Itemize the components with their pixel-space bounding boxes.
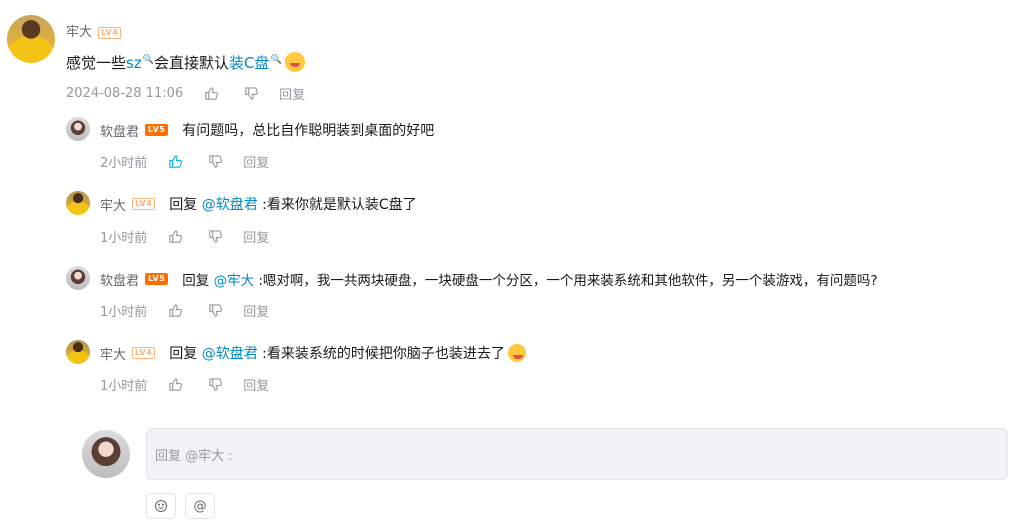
level-badge: LV4	[98, 27, 122, 39]
thumbs-down-icon[interactable]	[207, 377, 223, 393]
comment-time: 2024-08-28 11:06	[66, 86, 184, 101]
thumbs-down-icon[interactable]	[207, 229, 223, 245]
reply-time: 2小时前	[100, 156, 148, 171]
reply-time: 1小时前	[100, 379, 148, 394]
reply-meta: 1小时前 回复	[100, 227, 269, 246]
reply-content: 回复 @软盘君 :看来你就是默认装C盘了	[169, 194, 416, 214]
search-icon[interactable]: 🔍	[270, 55, 281, 65]
avatar[interactable]	[66, 191, 90, 215]
grin-emoji-icon	[284, 52, 305, 72]
level-badge: LV4	[132, 198, 156, 210]
thumbs-up-icon[interactable]	[167, 154, 183, 170]
username-text[interactable]: 软盘君	[100, 121, 139, 140]
reply-content: 有问题吗，总比自作聪明装到桌面的好吧	[182, 123, 435, 139]
search-link[interactable]: sz	[126, 54, 142, 72]
username-text[interactable]: 牢大	[100, 195, 126, 214]
thumbs-down-icon[interactable]	[207, 303, 223, 319]
avatar[interactable]	[7, 15, 55, 63]
reply-time: 1小时前	[100, 231, 148, 246]
level-badge: LV5	[145, 124, 169, 136]
username-text[interactable]: 牢大	[100, 344, 126, 363]
reply-prefix: 回复	[182, 273, 214, 289]
reply-text: :看来你就是默认装C盘了	[257, 197, 417, 213]
emoji-button[interactable]	[146, 493, 176, 519]
reply-header: 牢大 LV4 回复 @软盘君 :看来你就是默认装C盘了	[100, 194, 417, 214]
reply-meta: 2小时前 回复	[100, 152, 269, 171]
current-user-avatar	[82, 430, 130, 478]
reply-text: :嗯对啊，我一共两块硬盘，一块硬盘一个分区，一个用来装系统和其他软件，另一个装游…	[254, 273, 878, 289]
comment-content: 感觉一些sz🔍会直接默认装C盘🔍	[66, 52, 305, 73]
content-text: 会直接默认	[153, 54, 229, 72]
mention-link[interactable]: @软盘君	[202, 346, 258, 362]
reply-button[interactable]: 回复	[243, 227, 269, 246]
level-badge: LV5	[145, 273, 169, 285]
reply-time: 1小时前	[100, 305, 148, 320]
content-text: 感觉一些	[66, 54, 127, 72]
reply-button[interactable]: 回复	[243, 152, 269, 171]
reply-header: 牢大 LV4 回复 @软盘君 :看来装系统的时候把你脑子也装进去了	[100, 343, 526, 363]
reply-meta: 1小时前 回复	[100, 301, 269, 320]
reply-button[interactable]: 回复	[243, 301, 269, 320]
mention-link[interactable]: @牢大	[214, 273, 255, 289]
thumbs-down-icon[interactable]	[243, 86, 259, 102]
thumbs-up-icon[interactable]	[167, 377, 183, 393]
mention-button[interactable]: @	[185, 493, 215, 519]
thumbs-up-icon[interactable]	[167, 229, 183, 245]
reply-button[interactable]: 回复	[279, 84, 305, 103]
search-link[interactable]: 装C盘	[229, 54, 269, 72]
reply-prefix: 回复	[169, 346, 202, 362]
mention-link[interactable]: @软盘君	[202, 197, 258, 213]
level-badge: LV4	[132, 347, 156, 359]
reply-text: :看来装系统的时候把你脑子也装进去了	[257, 346, 505, 362]
reply-meta: 1小时前 回复	[100, 375, 269, 394]
username-text[interactable]: 软盘君	[100, 270, 139, 289]
search-icon[interactable]: 🔍	[143, 55, 154, 65]
comment-username[interactable]: 牢大 LV4	[66, 21, 122, 40]
reply-button[interactable]: 回复	[243, 375, 269, 394]
reply-header: 软盘君 LV5 回复 @牢大 :嗯对啊，我一共两块硬盘，一块硬盘一个分区，一个用来…	[100, 269, 878, 289]
thumbs-down-icon[interactable]	[207, 154, 223, 170]
thumbs-up-icon[interactable]	[203, 86, 219, 102]
reply-content: 回复 @软盘君 :看来装系统的时候把你脑子也装进去了	[169, 343, 526, 363]
reply-header: 软盘君 LV5 有问题吗，总比自作聪明装到桌面的好吧	[100, 120, 434, 140]
username-text[interactable]: 牢大	[66, 25, 92, 40]
reply-prefix: 回复	[169, 197, 202, 213]
avatar[interactable]	[66, 266, 90, 290]
at-icon: @	[193, 498, 207, 514]
laugh-cry-emoji-icon	[507, 344, 526, 362]
comment-meta: 2024-08-28 11:06 回复	[66, 84, 305, 103]
avatar[interactable]	[66, 340, 90, 364]
reply-input[interactable]: 回复 @牢大 :	[146, 428, 1008, 480]
reply-content: 回复 @牢大 :嗯对啊，我一共两块硬盘，一块硬盘一个分区，一个用来装系统和其他软…	[182, 269, 877, 289]
reply-input-placeholder: 回复 @牢大 :	[155, 449, 233, 464]
thumbs-up-icon[interactable]	[167, 303, 183, 319]
avatar[interactable]	[66, 117, 90, 141]
smile-icon	[154, 499, 168, 513]
